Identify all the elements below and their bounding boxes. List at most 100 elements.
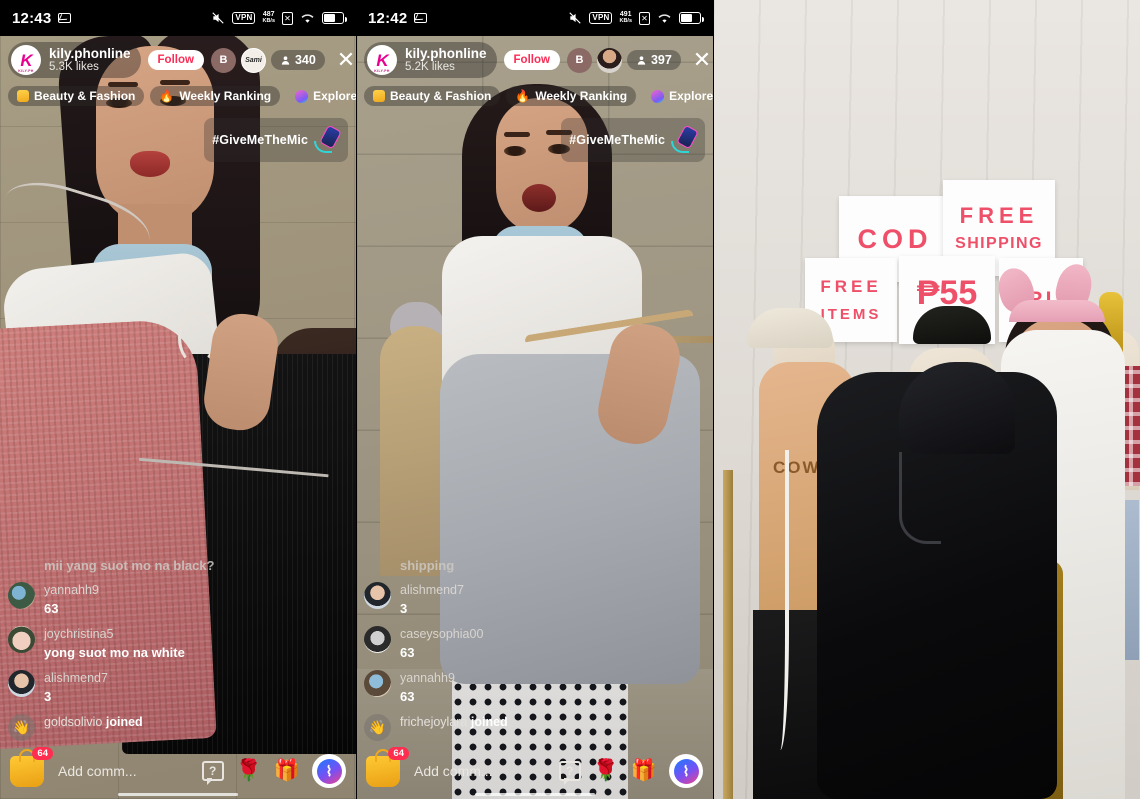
commenter-avatar[interactable] (364, 581, 391, 609)
question-box-icon[interactable]: ? (558, 761, 581, 785)
join-text: frichejoylara joined (400, 715, 508, 729)
pill-explore[interactable]: Explore › (642, 86, 713, 106)
explore-orb-icon (295, 89, 309, 103)
pill-explore[interactable]: Explore › (286, 86, 356, 106)
commenter-avatar[interactable] (364, 625, 391, 653)
viewer-avatar-b[interactable]: B (566, 47, 592, 73)
vpn-icon: VPN (589, 12, 613, 24)
host-header-left: K KILY.PH kily.phonline 5.3K likes Follo… (0, 42, 356, 78)
status-bar-left: 12:43 VPN 487 KB/s (0, 0, 356, 36)
hashtag-watermark-right: #GiveMeTheMic (561, 118, 705, 162)
bottom-toolbar-right: 64 Add comm... ? 🌹 🎁 ⌇ (356, 743, 713, 799)
host-likes: 5.3K likes (49, 61, 99, 74)
comment-text: 3 (400, 600, 408, 616)
rose-icon[interactable]: 🌹 (593, 759, 619, 783)
mute-icon (568, 11, 582, 25)
gift-box-icon (17, 90, 29, 102)
mute-icon (211, 11, 225, 25)
battery-icon (322, 12, 347, 24)
join-notification: 👋 frichejoylara joined (364, 714, 624, 741)
data-speed-icon: 491 KB/s (619, 11, 632, 24)
shopping-bag-icon[interactable]: 64 (10, 746, 53, 787)
comment-text: 3 (44, 689, 52, 705)
comment-item: alishmend7 3 (8, 669, 268, 705)
product-showcase-video-panel: COD FREE SHIPPING FREE ITEMS ₱55 MINIMUM… (713, 0, 1140, 799)
pill-beauty-fashion[interactable]: Beauty & Fashion (364, 86, 501, 106)
viewer-count-badge[interactable]: 397 (626, 50, 681, 70)
bag-count-badge: 64 (388, 746, 409, 761)
close-icon[interactable]: ✕ (333, 47, 356, 73)
commenter-avatar[interactable] (364, 669, 391, 697)
battery-icon (679, 12, 704, 24)
viewer-count-value: 340 (294, 53, 316, 67)
bottom-toolbar-left: 64 Add comm... ? 🌹 🎁 ⌇ (0, 743, 356, 799)
microphone-icon (314, 124, 342, 155)
comment-item: joychristina5 yong suot mo na white (8, 625, 268, 661)
rose-icon[interactable]: 🌹 (236, 759, 262, 783)
mail-icon (58, 13, 72, 23)
commenter-name: caseysophia00 (400, 626, 484, 641)
pill-weekly-ranking[interactable]: 🔥 Weekly Ranking (506, 86, 637, 106)
person-icon (281, 55, 290, 65)
mail-icon (414, 13, 428, 23)
comment-input[interactable]: Add comm... (408, 763, 551, 779)
viewer-avatar-b[interactable]: B (210, 47, 236, 73)
question-box-icon[interactable]: ? (201, 761, 224, 785)
commenter-name: alishmend7 (400, 582, 464, 597)
commenter-name: alishmend7 (44, 670, 108, 685)
commenter-avatar[interactable] (8, 581, 35, 609)
host-header-right: K KILY.PH kily.phonline 5.2K likes Follo… (356, 42, 713, 78)
gift-box-icon (373, 90, 385, 102)
host-profile-chip[interactable]: K KILY.PH kily.phonline 5.2K likes (364, 42, 497, 78)
hashtag-text: #GiveMeTheMic (212, 133, 308, 147)
explore-orb-icon (651, 89, 665, 103)
wifi-icon (657, 12, 672, 24)
screen-recording-triple-panel: 12:43 VPN 487KB/s K (0, 0, 1140, 799)
host-avatar[interactable]: K KILY.PH (11, 45, 41, 75)
pill-beauty-fashion[interactable]: Beauty & Fashion (8, 86, 145, 106)
beige-cap (747, 308, 833, 348)
comment-item: yannahh9 63 (364, 669, 624, 705)
gift-icon[interactable]: 🎁 (631, 759, 657, 783)
host-likes: 5.2K likes (405, 61, 455, 74)
viewer-avatar-photo[interactable] (596, 47, 622, 73)
commenter-avatar[interactable] (8, 625, 35, 653)
viewer-count-value: 397 (650, 53, 672, 67)
host-avatar[interactable]: K KILY.PH (367, 45, 397, 75)
status-time: 12:43 (12, 9, 52, 27)
messenger-icon[interactable]: ⌇ (312, 754, 346, 788)
comment-input[interactable]: Add comm... (52, 763, 194, 779)
follow-button[interactable]: Follow (503, 50, 560, 70)
close-icon[interactable]: ✕ (689, 47, 713, 73)
host-profile-chip[interactable]: K KILY.PH kily.phonline 5.3K likes (8, 42, 141, 78)
comment-text: 63 (400, 689, 415, 705)
comment-text: 63 (44, 600, 59, 616)
commenter-name: yannahh9 (44, 582, 99, 597)
wave-icon: 👋 (8, 714, 35, 741)
gift-icon[interactable]: 🎁 (274, 759, 300, 783)
category-pills-right: Beauty & Fashion 🔥 Weekly Ranking Explor… (356, 84, 713, 108)
flame-icon: 🔥 (515, 89, 531, 103)
pill-weekly-ranking[interactable]: 🔥 Weekly Ranking (150, 86, 281, 106)
status-time: 12:42 (368, 9, 408, 27)
follow-button[interactable]: Follow (147, 50, 204, 70)
person-icon (637, 55, 646, 65)
commenter-name: joychristina5 (44, 626, 114, 641)
comment-item: alishmend7 3 (364, 581, 624, 617)
comment-feed-right[interactable]: shipping alishmend7 3 caseysophia00 63 y… (364, 558, 624, 741)
status-bar-right: 12:42 VPN 491 KB/s (356, 0, 713, 36)
commenter-avatar[interactable] (8, 669, 35, 697)
comment-feed-left[interactable]: mii yang suot mo na black? yannahh9 63 j… (8, 558, 268, 741)
comment-partial: shipping (400, 557, 455, 573)
shopping-bag-icon[interactable]: 64 (366, 746, 409, 787)
comment-item: caseysophia00 63 (364, 625, 624, 661)
flame-icon: 🔥 (159, 89, 175, 103)
commenter-name: yannahh9 (400, 670, 455, 685)
join-notification: 👋 goldsolivio joined (8, 714, 268, 741)
messenger-icon[interactable]: ⌇ (669, 754, 703, 788)
comment-partial: mii yang suot mo na black? (44, 557, 215, 573)
viewer-avatar-sami[interactable]: Sami (240, 47, 266, 73)
viewer-count-badge[interactable]: 340 (270, 50, 325, 70)
category-pills-left: Beauty & Fashion 🔥 Weekly Ranking Explor… (0, 84, 356, 108)
data-speed-icon: 487 KB/s (262, 11, 275, 24)
